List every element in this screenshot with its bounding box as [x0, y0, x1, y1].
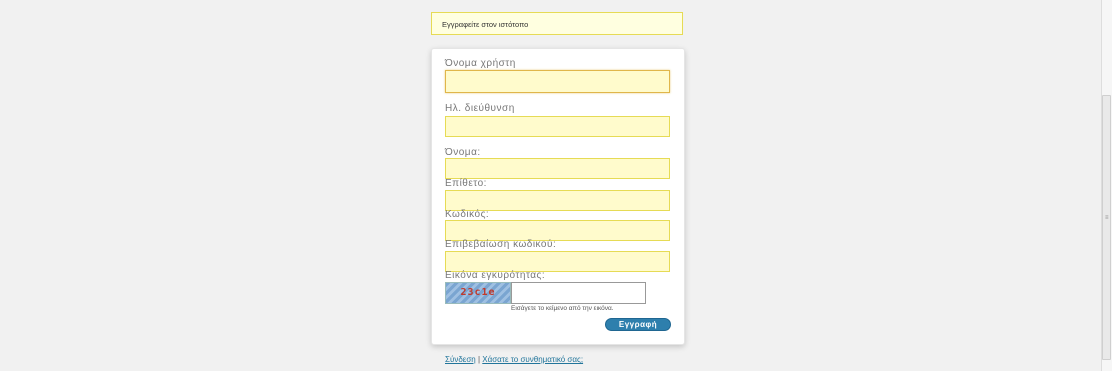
link-separator: | [477, 355, 481, 364]
last-name-input[interactable] [445, 190, 670, 211]
email-input[interactable] [445, 116, 670, 137]
confirm-password-label: Επιβεβαίωση κωδικού: [445, 239, 557, 250]
login-link[interactable]: Σύνδεση [445, 355, 476, 364]
last-name-label: Επίθετο: [445, 178, 487, 189]
first-name-label: Όνομα: [445, 147, 481, 158]
captcha-image-text: 23c1e [460, 287, 496, 298]
lost-password-link[interactable]: Χάσατε το συνθηματικό σας; [482, 355, 583, 364]
register-notice-text: Εγγραφείτε στον ιστότοπο [442, 20, 529, 29]
first-name-input[interactable] [445, 158, 670, 179]
captcha-input[interactable] [511, 282, 646, 304]
scrollbar-grip-icon: ≡ [1105, 215, 1109, 221]
captcha-label: Εικόνα εγκυρότητας: [445, 270, 546, 281]
username-input[interactable] [445, 70, 670, 93]
footer-links: Σύνδεση | Χάσατε το συνθηματικό σας; [445, 355, 583, 364]
captcha-image: 23c1e [445, 282, 511, 304]
scrollbar-thumb[interactable] [1102, 95, 1111, 360]
password-input[interactable] [445, 220, 670, 241]
confirm-password-input[interactable] [445, 251, 670, 272]
username-label: Όνομα χρήστη [445, 58, 516, 69]
email-label: Ηλ. διεύθυνση [445, 103, 515, 114]
register-button[interactable]: Εγγραφή [605, 318, 671, 331]
password-label: Κωδικός: [445, 209, 490, 220]
register-notice: Εγγραφείτε στον ιστότοπο [431, 12, 683, 35]
captcha-hint: Εισάγετε το κείμενο από την εικόνα. [511, 305, 614, 312]
